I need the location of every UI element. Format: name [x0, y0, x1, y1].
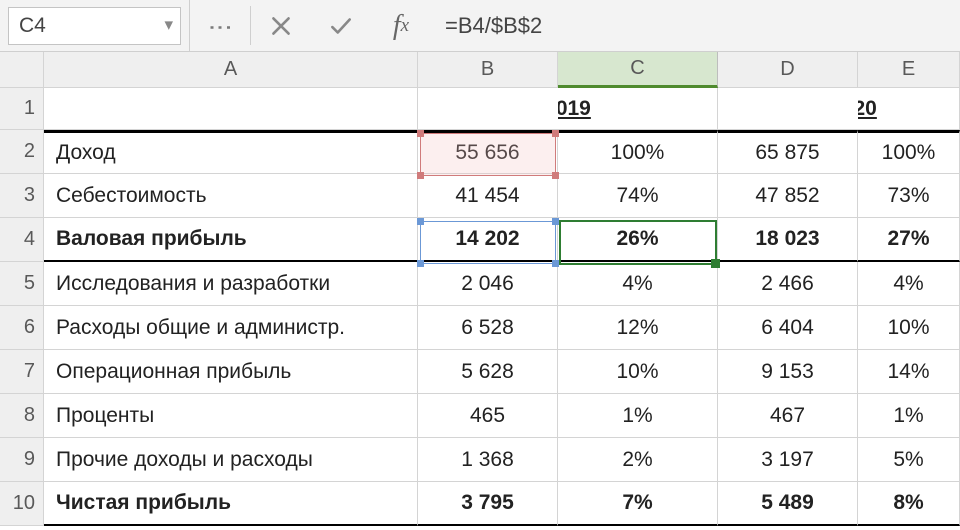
cell-C3[interactable]: 74% — [558, 174, 718, 218]
cell-A3[interactable]: Себестоимость — [44, 174, 418, 218]
name-box[interactable] — [8, 7, 181, 45]
row-3: 3Себестоимость41 45474%47 85273% — [0, 174, 960, 218]
cell-E3[interactable]: 73% — [858, 174, 960, 218]
cell-C6[interactable]: 12% — [558, 306, 718, 350]
cell-D8[interactable]: 467 — [718, 394, 858, 438]
cell-D9[interactable]: 3 197 — [718, 438, 858, 482]
cell-B7[interactable]: 5 628 — [418, 350, 558, 394]
year-2019: 2019 — [558, 97, 591, 121]
row-header-7[interactable]: 7 — [0, 350, 44, 394]
row-header-6[interactable]: 6 — [0, 306, 44, 350]
cell-C2[interactable]: 100% — [558, 130, 718, 174]
cell-A6[interactable]: Расходы общие и администр. — [44, 306, 418, 350]
cell-E9[interactable]: 5% — [858, 438, 960, 482]
col-header-A[interactable]: A — [44, 52, 418, 88]
cell-A10[interactable]: Чистая прибыль — [44, 482, 418, 526]
name-box-container: ▾ — [0, 0, 190, 51]
expand-formula-bar-button[interactable]: ⋮ — [195, 0, 246, 56]
cell-B4[interactable]: 14 202 — [418, 218, 558, 262]
cell-E7[interactable]: 14% — [858, 350, 960, 394]
row-4: 4Валовая прибыль14 20226%18 02327% — [0, 218, 960, 262]
cell-D7[interactable]: 9 153 — [718, 350, 858, 394]
row-8: 8Проценты4651%4671% — [0, 394, 960, 438]
cell-B3[interactable]: 41 454 — [418, 174, 558, 218]
cell-B8[interactable]: 465 — [418, 394, 558, 438]
cell-C9[interactable]: 2% — [558, 438, 718, 482]
cell-E5[interactable]: 4% — [858, 262, 960, 306]
year-2020: 2020 — [858, 97, 877, 121]
cell-A5[interactable]: Исследования и разработки — [44, 262, 418, 306]
cell-D5[interactable]: 2 466 — [718, 262, 858, 306]
cell-C7[interactable]: 10% — [558, 350, 718, 394]
cell-A1[interactable] — [44, 88, 418, 130]
cell-E1[interactable]: 2020 — [858, 88, 960, 130]
cell-C8[interactable]: 1% — [558, 394, 718, 438]
row-6: 6Расходы общие и администр.6 52812%6 404… — [0, 306, 960, 350]
col-header-B[interactable]: B — [418, 52, 558, 88]
cell-B2[interactable]: 55 656 — [418, 130, 558, 174]
cell-C4[interactable]: 26% — [558, 218, 718, 262]
row-header-10[interactable]: 10 — [0, 482, 44, 526]
row-header-3[interactable]: 3 — [0, 174, 44, 218]
row-header-5[interactable]: 5 — [0, 262, 44, 306]
col-header-D[interactable]: D — [718, 52, 858, 88]
cell-C5[interactable]: 4% — [558, 262, 718, 306]
cell-B1[interactable] — [418, 88, 558, 130]
cell-A8[interactable]: Проценты — [44, 394, 418, 438]
row-header-4[interactable]: 4 — [0, 218, 44, 262]
cell-E4[interactable]: 27% — [858, 218, 960, 262]
cell-D6[interactable]: 6 404 — [718, 306, 858, 350]
cell-E2[interactable]: 100% — [858, 130, 960, 174]
cell-D4[interactable]: 18 023 — [718, 218, 858, 262]
col-header-E[interactable]: E — [858, 52, 960, 88]
cell-E8[interactable]: 1% — [858, 394, 960, 438]
col-header-C[interactable]: C — [558, 52, 718, 88]
row-5: 5Исследования и разработки2 0464%2 4664% — [0, 262, 960, 306]
cell-B9[interactable]: 1 368 — [418, 438, 558, 482]
row-2: 2Доход55 656100%65 875100% — [0, 130, 960, 174]
row-header-2[interactable]: 2 — [0, 130, 44, 174]
cell-E10[interactable]: 8% — [858, 482, 960, 526]
cell-A2[interactable]: Доход — [44, 130, 418, 174]
cell-A4[interactable]: Валовая прибыль — [44, 218, 418, 262]
cell-C10[interactable]: 7% — [558, 482, 718, 526]
formula-input[interactable] — [431, 0, 960, 51]
select-all-corner[interactable] — [0, 52, 44, 88]
row-10: 10Чистая прибыль3 7957%5 4898% — [0, 482, 960, 526]
fx-icon[interactable]: fx — [371, 0, 431, 51]
cell-C1[interactable]: 2019 — [558, 88, 718, 130]
row-7: 7Операционная прибыль5 62810%9 15314% — [0, 350, 960, 394]
row-header-8[interactable]: 8 — [0, 394, 44, 438]
cancel-icon[interactable] — [251, 0, 311, 51]
spreadsheet-grid[interactable]: A B C D E 1 2019 2020 2Доход55 656100%65… — [0, 52, 960, 526]
cell-B5[interactable]: 2 046 — [418, 262, 558, 306]
cell-A9[interactable]: Прочие доходы и расходы — [44, 438, 418, 482]
row-header-1[interactable]: 1 — [0, 88, 44, 130]
row-1: 1 2019 2020 — [0, 88, 960, 130]
cell-E6[interactable]: 10% — [858, 306, 960, 350]
cell-D3[interactable]: 47 852 — [718, 174, 858, 218]
row-9: 9Прочие доходы и расходы1 3682%3 1975% — [0, 438, 960, 482]
cell-D10[interactable]: 5 489 — [718, 482, 858, 526]
column-header-row: A B C D E — [0, 52, 960, 88]
cell-D1[interactable] — [718, 88, 858, 130]
cell-B10[interactable]: 3 795 — [418, 482, 558, 526]
enter-icon[interactable] — [311, 0, 371, 51]
cell-D2[interactable]: 65 875 — [718, 130, 858, 174]
cell-B6[interactable]: 6 528 — [418, 306, 558, 350]
cell-A7[interactable]: Операционная прибыль — [44, 350, 418, 394]
row-header-9[interactable]: 9 — [0, 438, 44, 482]
formula-bar: ▾ ⋮ fx — [0, 0, 960, 52]
